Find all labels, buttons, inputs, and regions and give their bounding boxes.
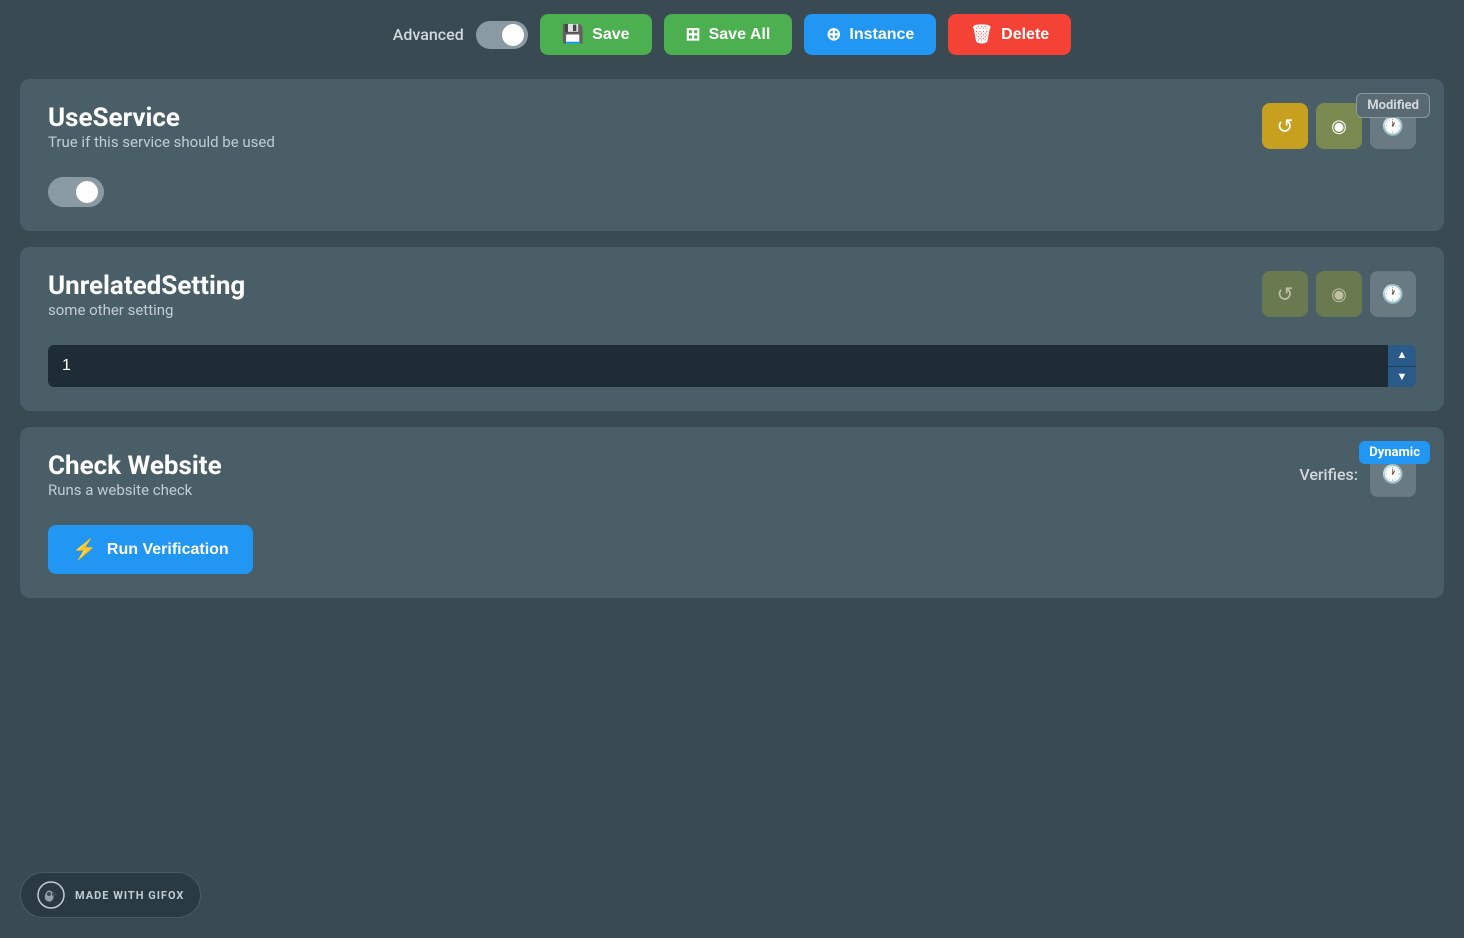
history-icon: 🕐 — [1382, 464, 1404, 485]
spinner-up-button[interactable]: ▲ — [1388, 345, 1416, 367]
unrelated-setting-title: UnrelatedSetting — [48, 271, 1262, 301]
check-website-card: Dynamic Check Website Runs a website che… — [20, 427, 1444, 598]
footer: MADE WITH GIFOX — [20, 872, 201, 918]
number-input-wrapper: ▲ ▼ — [48, 345, 1416, 387]
unrelated-number-input[interactable] — [48, 345, 1388, 387]
unrelated-setting-description: some other setting — [48, 301, 1262, 319]
save-all-icon: ⊞ — [686, 24, 701, 45]
made-with-label: MADE WITH GIFOX — [75, 889, 184, 902]
use-service-description: True if this service should be used — [48, 133, 1262, 151]
check-website-content: ⚡ Run Verification — [48, 525, 1416, 574]
unrelated-title-section: UnrelatedSetting some other setting — [48, 271, 1262, 337]
eye-icon: ◉ — [1331, 284, 1347, 305]
use-service-card: Modified UseService True if this service… — [20, 79, 1444, 231]
instance-button[interactable]: ⊕ Instance — [804, 14, 936, 55]
save-icon: 💾 — [562, 24, 584, 45]
history-icon: 🕐 — [1382, 284, 1404, 305]
run-verification-button[interactable]: ⚡ Run Verification — [48, 525, 253, 574]
unrelated-view-button[interactable]: ◉ — [1316, 271, 1362, 317]
use-service-content — [48, 177, 1416, 207]
advanced-label: Advanced — [393, 25, 464, 44]
save-all-button[interactable]: ⊞ Save All — [664, 14, 793, 55]
spinner-down-button[interactable]: ▼ — [1388, 367, 1416, 388]
check-website-layout: Check Website Runs a website check Verif… — [48, 451, 1416, 517]
check-website-title: Check Website — [48, 451, 1299, 481]
toolbar: Advanced 💾 Save ⊞ Save All ⊕ Instance 🗑 … — [0, 0, 1464, 69]
use-service-view-button[interactable]: ◉ — [1316, 103, 1362, 149]
use-service-refresh-button[interactable]: ↺ — [1262, 103, 1308, 149]
plus-circle-icon: ⊕ — [826, 24, 841, 45]
use-service-toggle[interactable] — [48, 177, 104, 207]
delete-label: Delete — [1001, 26, 1049, 44]
refresh-icon: ↺ — [1277, 114, 1294, 139]
save-button[interactable]: 💾 Save — [540, 14, 652, 55]
number-spinners: ▲ ▼ — [1388, 345, 1416, 387]
card-header: UseService True if this service should b… — [48, 103, 1416, 169]
gifox-logo-icon — [37, 881, 65, 909]
lightning-icon: ⚡ — [72, 537, 97, 562]
cards-container: Modified UseService True if this service… — [0, 69, 1464, 608]
history-icon: 🕐 — [1382, 116, 1404, 137]
eye-icon: ◉ — [1331, 116, 1347, 137]
delete-button[interactable]: 🗑 Delete — [948, 14, 1071, 55]
unrelated-setting-card: UnrelatedSetting some other setting ↺ ◉ … — [20, 247, 1444, 411]
unrelated-history-button[interactable]: 🕐 — [1370, 271, 1416, 317]
advanced-toggle[interactable] — [476, 21, 528, 49]
unrelated-action-buttons: ↺ ◉ 🕐 — [1262, 271, 1416, 317]
unrelated-header: UnrelatedSetting some other setting ↺ ◉ … — [48, 271, 1416, 337]
verifies-label: Verifies: — [1299, 465, 1358, 484]
save-all-label: Save All — [709, 26, 771, 44]
trash-icon: 🗑 — [970, 24, 993, 45]
use-service-title: UseService — [48, 103, 1262, 133]
modified-badge: Modified — [1356, 93, 1430, 118]
unrelated-refresh-button[interactable]: ↺ — [1262, 271, 1308, 317]
unrelated-content: ▲ ▼ — [48, 345, 1416, 387]
save-label: Save — [592, 26, 629, 44]
check-website-title-section: Check Website Runs a website check — [48, 451, 1299, 517]
card-title-section: UseService True if this service should b… — [48, 103, 1262, 169]
refresh-icon: ↺ — [1277, 282, 1294, 307]
check-website-description: Runs a website check — [48, 481, 1299, 499]
dynamic-badge: Dynamic — [1359, 441, 1430, 464]
run-verification-label: Run Verification — [107, 541, 229, 559]
instance-label: Instance — [849, 26, 914, 44]
